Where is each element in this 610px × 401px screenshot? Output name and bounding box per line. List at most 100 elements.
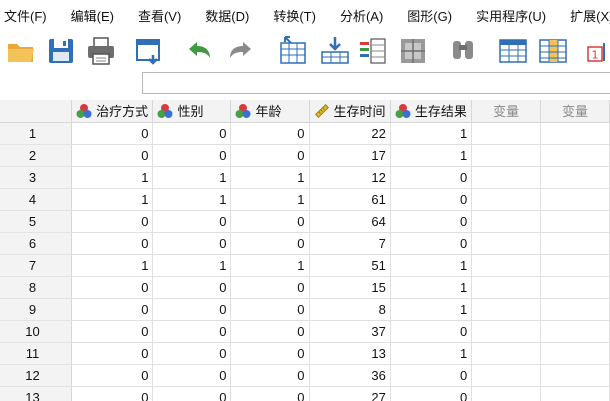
goto-case-button[interactable] [276, 34, 310, 68]
row-number[interactable]: 10 [0, 320, 73, 343]
menu-transform[interactable]: 转换(T) [269, 6, 316, 25]
table-cell[interactable]: 1 [230, 254, 310, 277]
column-header-sex[interactable]: 性别 [152, 100, 232, 123]
empty-cell[interactable] [540, 144, 610, 167]
table-cell[interactable]: 61 [309, 188, 391, 211]
table-cell[interactable]: 1 [152, 166, 232, 189]
menu-data[interactable]: 数据(D) [201, 6, 249, 25]
row-number[interactable]: 3 [0, 166, 73, 189]
row-number[interactable]: 1 [0, 122, 73, 145]
table-cell[interactable]: 0 [230, 232, 310, 255]
save-button[interactable] [44, 34, 78, 68]
table-cell[interactable]: 0 [71, 364, 154, 387]
row-number[interactable]: 2 [0, 144, 73, 167]
table-cell[interactable]: 0 [71, 298, 154, 321]
table-cell[interactable]: 1 [390, 298, 473, 321]
empty-cell[interactable] [471, 386, 542, 401]
row-number[interactable]: 11 [0, 342, 73, 365]
empty-cell[interactable] [471, 166, 542, 189]
table-cell[interactable]: 15 [309, 276, 391, 299]
row-number[interactable]: 7 [0, 254, 73, 277]
empty-cell[interactable] [540, 386, 610, 401]
table-cell[interactable]: 1 [390, 342, 473, 365]
table-cell[interactable]: 0 [230, 342, 310, 365]
table-cell[interactable]: 1 [71, 188, 154, 211]
empty-cell[interactable] [471, 210, 542, 233]
empty-cell[interactable] [471, 188, 542, 211]
table-cell[interactable]: 51 [309, 254, 391, 277]
table-cell[interactable]: 0 [230, 210, 310, 233]
table-cell[interactable]: 0 [230, 364, 310, 387]
empty-cell[interactable] [471, 122, 542, 145]
table-cell[interactable]: 13 [309, 342, 391, 365]
table-cell[interactable]: 0 [152, 342, 232, 365]
row-number[interactable]: 9 [0, 298, 73, 321]
empty-cell[interactable] [540, 320, 610, 343]
table-cell[interactable]: 37 [309, 320, 391, 343]
table-cell[interactable]: 8 [309, 298, 391, 321]
table-cell[interactable]: 0 [152, 276, 232, 299]
empty-cell[interactable] [471, 276, 542, 299]
empty-cell[interactable] [540, 364, 610, 387]
table-cell[interactable]: 0 [152, 364, 232, 387]
open-folder-button[interactable] [4, 34, 38, 68]
table-cell[interactable]: 0 [230, 298, 310, 321]
empty-cell[interactable] [540, 232, 610, 255]
empty-cell[interactable] [471, 342, 542, 365]
menu-file[interactable]: 文件(F) [0, 6, 47, 25]
table-cell[interactable]: 0 [152, 122, 232, 145]
table-cell[interactable]: 0 [71, 320, 154, 343]
variables-button[interactable] [356, 34, 390, 68]
table-cell[interactable]: 1 [230, 166, 310, 189]
empty-cell[interactable] [471, 144, 542, 167]
empty-cell[interactable] [471, 254, 542, 277]
menu-view[interactable]: 查看(V) [134, 6, 181, 25]
table-cell[interactable]: 0 [71, 144, 154, 167]
menu-analyze[interactable]: 分析(A) [336, 6, 383, 25]
table-cell[interactable]: 0 [71, 232, 154, 255]
table-cell[interactable]: 0 [152, 144, 232, 167]
empty-cell[interactable] [540, 276, 610, 299]
table-cell[interactable]: 1 [71, 254, 154, 277]
table-cell[interactable]: 1 [390, 144, 473, 167]
column-header-survival-time[interactable]: 生存时间 [309, 100, 391, 123]
table-cell[interactable]: 0 [390, 386, 473, 401]
column-header-empty[interactable]: 变量 [540, 100, 610, 123]
empty-cell[interactable] [540, 298, 610, 321]
table-cell[interactable]: 0 [390, 166, 473, 189]
table-cell[interactable]: 0 [230, 320, 310, 343]
table-cell[interactable]: 17 [309, 144, 391, 167]
table-cell[interactable]: 0 [152, 298, 232, 321]
table-cell[interactable]: 0 [230, 276, 310, 299]
table-cell[interactable]: 1 [152, 254, 232, 277]
table-cell[interactable]: 1 [230, 188, 310, 211]
table-cell[interactable]: 0 [152, 320, 232, 343]
table-cell[interactable]: 22 [309, 122, 391, 145]
table-cell[interactable]: 1 [71, 166, 154, 189]
table-cell[interactable]: 0 [152, 210, 232, 233]
table-cell[interactable]: 0 [390, 320, 473, 343]
table-cell[interactable]: 0 [390, 188, 473, 211]
find-button[interactable] [446, 34, 480, 68]
table-cell[interactable]: 0 [390, 232, 473, 255]
empty-cell[interactable] [471, 364, 542, 387]
split-file-button[interactable] [396, 34, 430, 68]
table-cell[interactable]: 12 [309, 166, 391, 189]
empty-cell[interactable] [471, 298, 542, 321]
row-number[interactable]: 6 [0, 232, 73, 255]
empty-cell[interactable] [471, 232, 542, 255]
row-number[interactable]: 12 [0, 364, 73, 387]
column-header-age[interactable]: 年龄 [230, 100, 310, 123]
row-number[interactable]: 8 [0, 276, 73, 299]
row-number[interactable]: 5 [0, 210, 73, 233]
column-header-empty[interactable]: 变量 [471, 100, 542, 123]
empty-cell[interactable] [540, 122, 610, 145]
row-number[interactable]: 13 [0, 386, 73, 401]
table-cell[interactable]: 0 [71, 342, 154, 365]
table-cell[interactable]: 64 [309, 210, 391, 233]
table-cell[interactable]: 0 [152, 386, 232, 401]
undo-button[interactable] [182, 34, 216, 68]
table-cell[interactable]: 0 [71, 210, 154, 233]
menu-utilities[interactable]: 实用程序(U) [472, 6, 546, 25]
table-cell[interactable]: 1 [152, 188, 232, 211]
